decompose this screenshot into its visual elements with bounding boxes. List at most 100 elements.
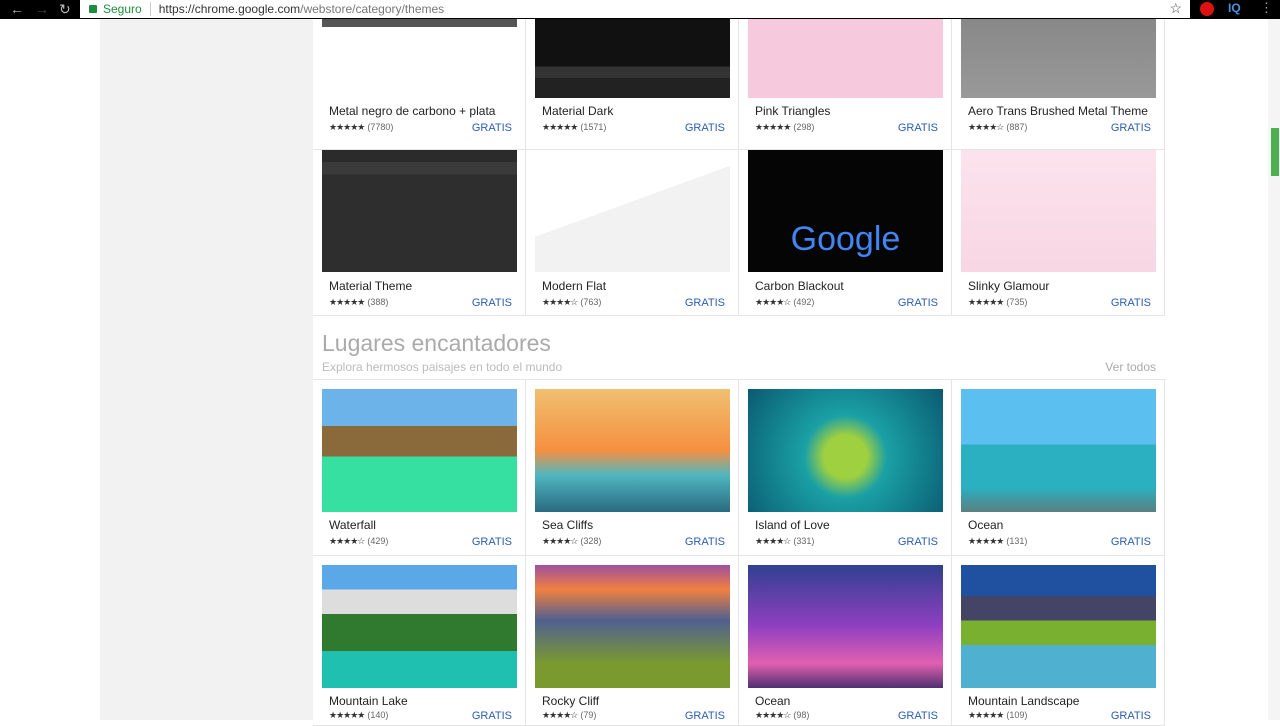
theme-title[interactable]: Mountain Landscape (968, 694, 1079, 708)
theme-title[interactable]: Pink Triangles (755, 104, 830, 118)
theme-thumbnail[interactable] (535, 19, 730, 98)
theme-card[interactable]: Mountain Lake ★★★★★ (140) GRATIS (313, 556, 526, 726)
theme-card[interactable]: Sea Cliffs ★★★★☆ (328) GRATIS (526, 380, 739, 556)
price-label[interactable]: GRATIS (472, 122, 512, 134)
price-label[interactable]: GRATIS (898, 536, 938, 548)
theme-card[interactable]: Slinky Glamour ★★★★★ (735) GRATIS (952, 150, 1165, 316)
rating-count: (735) (1006, 297, 1028, 307)
rating-count: (79) (580, 710, 597, 720)
rating-stars: ★★★★★ (7780) (329, 122, 394, 132)
theme-title[interactable]: Modern Flat (542, 279, 606, 293)
price-label[interactable]: GRATIS (472, 536, 512, 548)
price-label[interactable]: GRATIS (898, 122, 938, 134)
rating-count: (1571) (580, 122, 607, 132)
rating-stars: ★★★★☆ (331) (755, 536, 815, 546)
theme-card[interactable]: Ocean ★★★★★ (131) GRATIS (952, 380, 1165, 556)
theme-card[interactable]: Rocky Cliff ★★★★☆ (79) GRATIS (526, 556, 739, 726)
theme-card[interactable]: Metal negro de carbono + plata ★★★★★ (778… (313, 19, 526, 150)
left-sidebar (100, 19, 313, 720)
rating-stars: ★★★★★ (298) (755, 122, 815, 132)
price-label[interactable]: GRATIS (1111, 536, 1151, 548)
theme-title[interactable]: Island of Love (755, 518, 830, 532)
theme-card[interactable]: Carbon Blackout ★★★★☆ (492) GRATIS Google (739, 150, 952, 316)
price-label[interactable]: GRATIS (898, 297, 938, 309)
theme-card[interactable]: Ocean ★★★★☆ (98) GRATIS (739, 556, 952, 726)
theme-thumbnail[interactable] (748, 565, 943, 688)
forward-icon[interactable]: → (35, 0, 49, 18)
theme-title[interactable]: Aero Trans Brushed Metal Theme (968, 104, 1148, 118)
theme-thumbnail[interactable] (535, 565, 730, 688)
adblock-extension-icon[interactable] (1200, 2, 1214, 16)
theme-thumbnail[interactable] (322, 19, 517, 98)
theme-card[interactable]: Modern Flat ★★★★☆ (763) GRATIS (526, 150, 739, 316)
price-label[interactable]: GRATIS (472, 297, 512, 309)
iq-extension-icon[interactable]: IQ (1228, 1, 1241, 15)
theme-thumbnail[interactable] (961, 19, 1156, 98)
price-label[interactable]: GRATIS (685, 536, 725, 548)
price-label[interactable]: GRATIS (685, 710, 725, 722)
theme-title[interactable]: Ocean (755, 694, 790, 708)
rating-count: (298) (793, 122, 815, 132)
theme-card[interactable]: Waterfall ★★★★☆ (429) GRATIS (313, 380, 526, 556)
theme-title[interactable]: Slinky Glamour (968, 279, 1049, 293)
theme-thumbnail[interactable] (961, 389, 1156, 512)
rating-stars: ★★★★★ (140) (329, 710, 389, 720)
theme-title[interactable]: Rocky Cliff (542, 694, 599, 708)
theme-thumbnail[interactable] (748, 389, 943, 512)
theme-thumbnail[interactable] (535, 150, 730, 272)
theme-thumbnail[interactable] (322, 565, 517, 688)
theme-title[interactable]: Waterfall (329, 518, 376, 532)
reload-icon[interactable]: ↻ (59, 0, 71, 18)
rating-count: (887) (1006, 122, 1028, 132)
theme-thumbnail[interactable] (748, 19, 943, 98)
theme-title[interactable]: Mountain Lake (329, 694, 408, 708)
bookmark-star-icon[interactable]: ☆ (1169, 0, 1182, 17)
rating-count: (388) (367, 297, 389, 307)
theme-title[interactable]: Sea Cliffs (542, 518, 593, 532)
theme-thumbnail[interactable] (535, 389, 730, 512)
theme-title[interactable]: Ocean (968, 518, 1003, 532)
rating-count: (328) (580, 536, 602, 546)
rating-stars: ★★★★☆ (887) (968, 122, 1028, 132)
theme-title[interactable]: Carbon Blackout (755, 279, 844, 293)
address-bar[interactable]: Seguro https://chrome.google.com/webstor… (80, 0, 1190, 18)
rating-count: (331) (793, 536, 815, 546)
theme-thumbnail[interactable] (322, 150, 517, 272)
price-label[interactable]: GRATIS (1111, 710, 1151, 722)
rating-stars: ★★★★☆ (492) (755, 297, 815, 307)
rating-count: (492) (793, 297, 815, 307)
rating-stars: ★★★★☆ (98) (755, 710, 810, 720)
price-label[interactable]: GRATIS (1111, 297, 1151, 309)
price-label[interactable]: GRATIS (472, 710, 512, 722)
theme-title[interactable]: Metal negro de carbono + plata (329, 104, 495, 118)
theme-card[interactable]: Aero Trans Brushed Metal Theme ★★★★☆ (887… (952, 19, 1165, 150)
theme-card[interactable]: Island of Love ★★★★☆ (331) GRATIS (739, 380, 952, 556)
lock-icon (89, 5, 97, 13)
back-icon[interactable]: ← (10, 0, 24, 18)
scrollbar[interactable] (1268, 19, 1280, 720)
url-text[interactable]: https://chrome.google.com/webstore/categ… (159, 2, 444, 16)
see-all-link[interactable]: Ver todos (1105, 360, 1156, 374)
theme-title[interactable]: Material Dark (542, 104, 613, 118)
rating-stars: ★★★★★ (109) (968, 710, 1028, 720)
theme-title[interactable]: Material Theme (329, 279, 412, 293)
price-label[interactable]: GRATIS (685, 122, 725, 134)
price-label[interactable]: GRATIS (1111, 122, 1151, 134)
rating-stars: ★★★★★ (388) (329, 297, 389, 307)
google-logo: Google (790, 220, 901, 258)
menu-icon[interactable]: ⋮ (1260, 0, 1273, 16)
theme-card[interactable]: Material Theme ★★★★★ (388) GRATIS (313, 150, 526, 316)
section-subtitle: Explora hermosos paisajes en todo el mun… (322, 360, 563, 374)
theme-card[interactable]: Material Dark ★★★★★ (1571) GRATIS (526, 19, 739, 150)
browser-toolbar: ← → ↻ Seguro https://chrome.google.com/w… (0, 0, 1280, 19)
section-title: Lugares encantadores (322, 330, 551, 356)
scrollbar-thumb[interactable] (1271, 128, 1279, 176)
price-label[interactable]: GRATIS (898, 710, 938, 722)
price-label[interactable]: GRATIS (685, 297, 725, 309)
theme-thumbnail[interactable] (961, 565, 1156, 688)
theme-card[interactable]: Pink Triangles ★★★★★ (298) GRATIS (739, 19, 952, 150)
theme-card[interactable]: Mountain Landscape ★★★★★ (109) GRATIS (952, 556, 1165, 726)
rating-stars: ★★★★★ (131) (968, 536, 1028, 546)
theme-thumbnail[interactable] (961, 150, 1156, 272)
theme-thumbnail[interactable] (322, 389, 517, 512)
